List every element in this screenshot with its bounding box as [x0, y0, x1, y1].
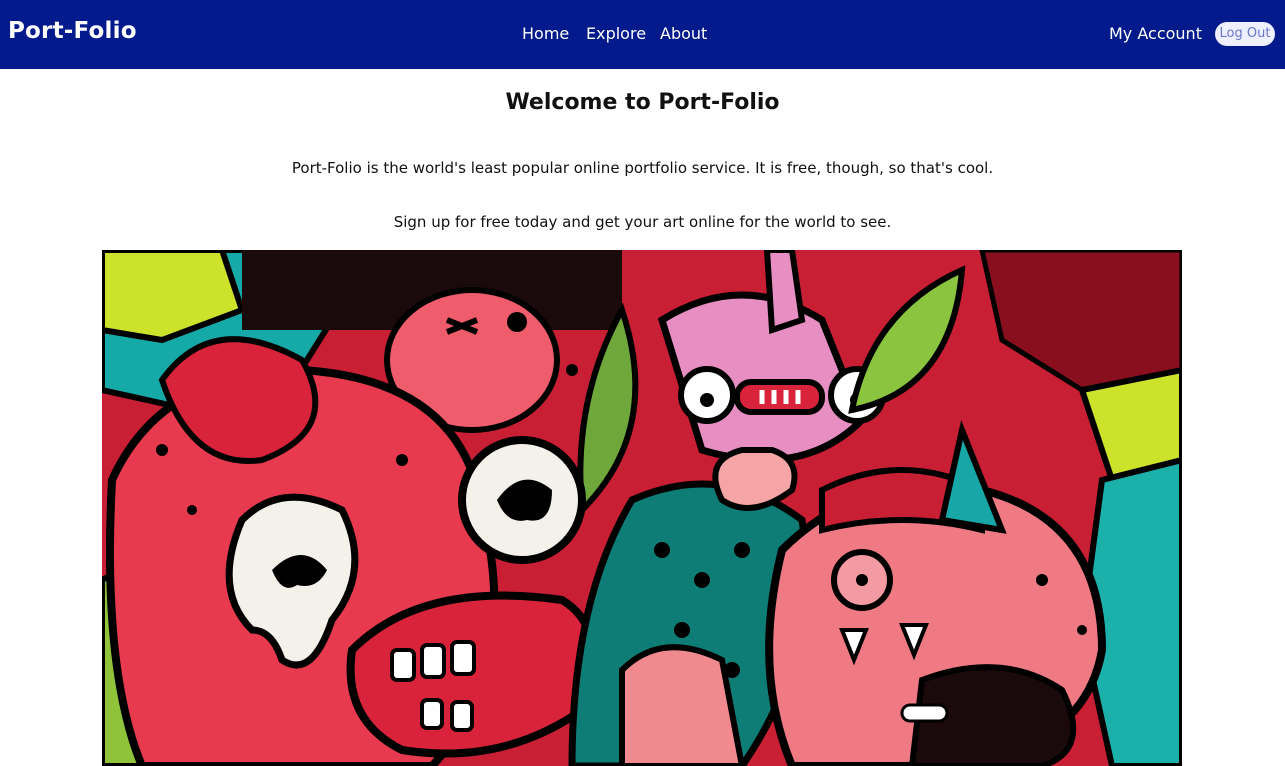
graffiti-mural-illustration	[102, 250, 1182, 766]
brand-logo-link[interactable]: Port-Folio	[8, 18, 137, 44]
intro-text: Port-Folio is the world's least popular …	[291, 159, 994, 177]
page-title: Welcome to Port-Folio	[505, 90, 780, 115]
nav-home-link[interactable]: Home	[522, 24, 569, 43]
nav-about-link[interactable]: About	[660, 24, 707, 43]
hero-image	[102, 250, 1182, 766]
logout-button[interactable]: Log Out	[1215, 22, 1275, 46]
signup-text: Sign up for free today and get your art …	[393, 213, 892, 231]
top-navbar: Port-Folio Home Explore About My Account…	[0, 0, 1285, 69]
nav-explore-link[interactable]: Explore	[586, 24, 646, 43]
my-account-link[interactable]: My Account	[1109, 24, 1202, 43]
